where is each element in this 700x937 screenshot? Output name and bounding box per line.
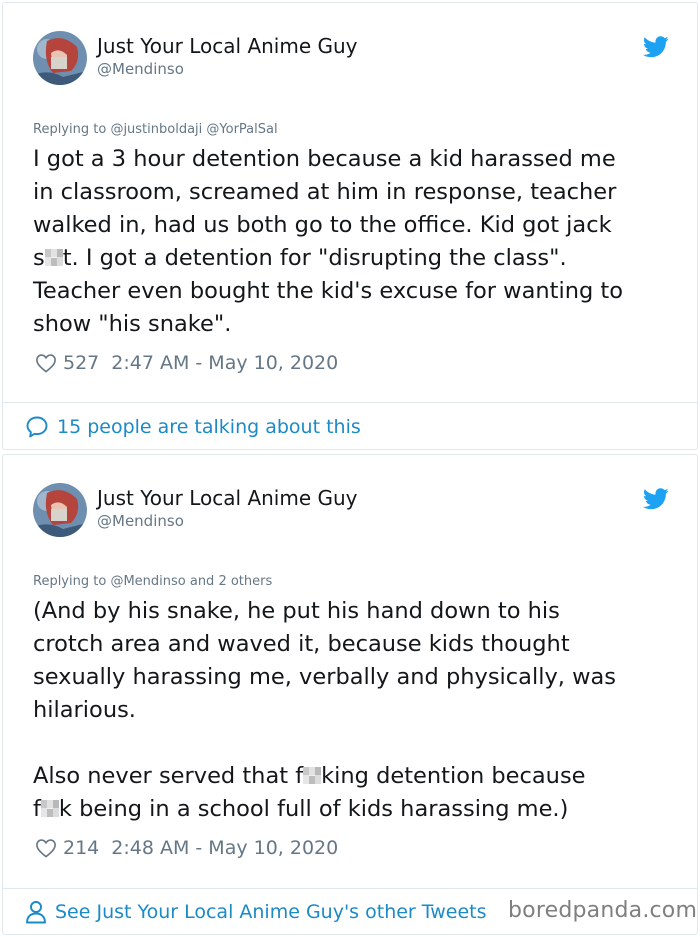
- tweet-fragment: s: [33, 245, 45, 271]
- censored-pixelation: [303, 767, 322, 784]
- author-handle[interactable]: @Mendinso: [97, 512, 184, 530]
- replying-mentions[interactable]: @Mendinso and 2 others: [110, 574, 272, 589]
- author-name[interactable]: Just Your Local Anime Guy: [97, 486, 358, 510]
- author-handle[interactable]: @Mendinso: [97, 60, 184, 78]
- censored-pixelation: [44, 249, 63, 266]
- conversation-link-label: 15 people are talking about this: [57, 416, 361, 438]
- other-tweets-label: See Just Your Local Anime Guy's other Tw…: [55, 901, 487, 923]
- replying-prefix: Replying to: [33, 122, 107, 137]
- other-tweets-link[interactable]: See Just Your Local Anime Guy's other Tw…: [25, 900, 487, 924]
- heart-icon[interactable]: [35, 838, 57, 858]
- timestamp[interactable]: 2:47 AM - May 10, 2020: [111, 352, 338, 374]
- tweet-meta: 214 2:48 AM - May 10, 2020: [35, 837, 338, 859]
- censored-pixelation: [40, 800, 59, 817]
- tweet-line: in classroom, screamed at him in respons…: [33, 179, 617, 205]
- tweet-text: I got a 3 hour detention because a kid h…: [33, 143, 673, 341]
- tweet-line: sexually harassing me, verbally and phys…: [33, 664, 617, 690]
- tweet-line: (And by his snake, he put his hand down …: [33, 598, 560, 624]
- replying-to: Replying to @justinboldaji @YorPalSal: [33, 122, 278, 137]
- timestamp[interactable]: 2:48 AM - May 10, 2020: [111, 837, 338, 859]
- tweet-line: walked in, had us both go to the office.…: [33, 212, 612, 238]
- tweet-line: show "his snake".: [33, 311, 232, 337]
- replying-mentions[interactable]: @justinboldaji @YorPalSal: [110, 122, 277, 137]
- tweet-fragment: k being in a school full of kids harassi…: [58, 796, 569, 822]
- paragraph-break: [33, 727, 673, 760]
- author-name[interactable]: Just Your Local Anime Guy: [97, 34, 358, 58]
- avatar[interactable]: [33, 31, 87, 85]
- tweet-line: Teacher even bought the kid's excuse for…: [33, 278, 623, 304]
- tweet-fragment: f: [33, 796, 41, 822]
- tweet-fragment: king detention because: [321, 763, 586, 789]
- divider: [3, 402, 697, 403]
- tweet-line: crotch area and waved it, because kids t…: [33, 631, 570, 657]
- replying-prefix: Replying to: [33, 574, 107, 589]
- tweet-card-1: Just Your Local Anime Guy @Mendinso Repl…: [2, 2, 698, 450]
- heart-icon[interactable]: [35, 353, 57, 373]
- divider: [3, 888, 697, 889]
- avatar[interactable]: [33, 483, 87, 537]
- twitter-bird-icon[interactable]: [643, 36, 669, 58]
- tweet-fragment: t. I got a detention for "disrupting the…: [62, 245, 567, 271]
- like-count[interactable]: 527: [63, 352, 99, 374]
- tweet-card-2: Just Your Local Anime Guy @Mendinso Repl…: [2, 454, 698, 935]
- speech-bubble-icon: [26, 416, 48, 438]
- tweet-line: f k being in a school full of kids harass…: [33, 793, 673, 826]
- replying-to: Replying to @Mendinso and 2 others: [33, 574, 272, 589]
- tweet-fragment: Also never served that f: [33, 763, 304, 789]
- watermark: boredpanda.com: [508, 898, 698, 923]
- twitter-bird-icon[interactable]: [643, 488, 669, 510]
- tweet-line: Also never served that f king detention b…: [33, 760, 673, 793]
- tweet-meta: 527 2:47 AM - May 10, 2020: [35, 352, 338, 374]
- tweet-line: s t. I got a detention for "disrupting th…: [33, 242, 673, 275]
- tweet-text: (And by his snake, he put his hand down …: [33, 595, 673, 826]
- conversation-link[interactable]: 15 people are talking about this: [25, 415, 361, 439]
- tweet-line: hilarious.: [33, 697, 136, 723]
- tweet-line: I got a 3 hour detention because a kid h…: [33, 146, 616, 172]
- like-count[interactable]: 214: [63, 837, 99, 859]
- person-icon: [26, 901, 46, 924]
